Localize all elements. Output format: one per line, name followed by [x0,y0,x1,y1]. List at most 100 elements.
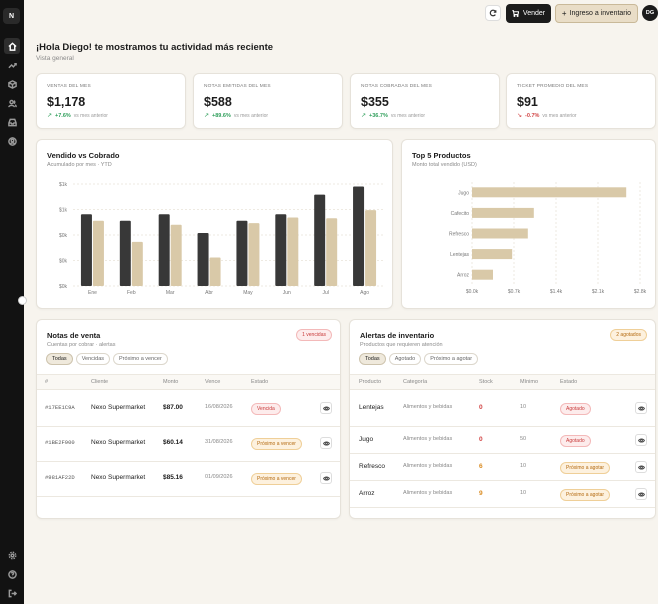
eye-icon[interactable] [320,402,332,414]
card-subtitle: Productos que requieren atención [360,342,443,348]
note-due: 01/09/2026 [205,474,233,480]
sidebar-collapse-handle[interactable] [18,296,27,305]
kpi-delta: ↗ +7.6% vs mes anterior [47,112,108,120]
y-tick-label: $1k [59,182,68,188]
column-header-status[interactable]: Estado [251,379,268,385]
status-badge: Próximo a agotar [560,462,611,474]
table-row[interactable]: Lentejas Alimentos y bebidas 0 10 Agotad… [350,392,655,427]
column-header-amount[interactable]: Monto [163,379,178,385]
column-header-category[interactable]: Categoría [403,379,427,385]
x-tick-label: Ago [360,290,369,296]
kpi-card-avg-ticket: Ticket promedio del mes $91 ↘ -0.7% vs m… [506,73,656,129]
user-circle-icon[interactable] [4,133,20,149]
column-header-min[interactable]: Mínimo [520,379,538,385]
refresh-button[interactable] [485,5,501,21]
kpi-delta: ↘ -0.7% vs mes anterior [517,112,577,120]
kpi-value: $91 [517,95,538,109]
overdue-badge: 1 vencidas [296,329,332,341]
y-tick-label: $0k [59,259,68,265]
page-subtitle: Vista general [36,55,74,62]
product-stock: 0 [479,404,483,411]
card-title: Notas de venta [47,331,101,340]
users-icon[interactable] [4,95,20,111]
card-title: Alertas de inventario [360,331,435,340]
filter-overdue[interactable]: Vencidas [75,353,111,365]
column-header-product[interactable]: Producto [359,379,381,385]
inventory-alerts-card: Alertas de inventario Productos que requ… [349,319,656,519]
sold-vs-collected-card: Vendido vs Cobrado Acumulado por mes · Y… [36,139,393,309]
notes-filters: Todas Vencidas Próximo a vencer [46,353,168,365]
trending-icon[interactable] [4,57,20,73]
help-icon[interactable] [4,566,20,582]
filter-all[interactable]: Todas [359,353,386,365]
bar-collected [170,224,182,286]
kpi-delta: ↗ +89.6% vs mes anterior [204,112,268,120]
column-header-due[interactable]: Vence [205,379,220,385]
kpi-delta-value: +7.6% [55,112,71,119]
column-header-client[interactable]: Cliente [91,379,108,385]
eye-icon[interactable] [635,402,647,414]
inventory-table-header: Producto Categoría Stock Mínimo Estado [350,374,655,390]
x-tick-label: Jun [283,290,291,296]
table-row[interactable]: #981AF22D Nexo Supermarket $85.16 01/09/… [37,462,340,497]
kpi-card-notes-collected: Notas cobradas del mes $355 ↗ +36.7% vs … [350,73,500,129]
y-tick-label: Cafecito [451,211,470,217]
bar-collected [92,220,104,286]
eye-icon[interactable] [635,434,647,446]
y-tick-label: $0k [59,233,68,239]
filter-low-stock[interactable]: Próximo a agotar [424,353,479,365]
eye-icon[interactable] [320,437,332,449]
bar-collected [248,223,260,286]
table-row[interactable]: Jugo Alimentos y bebidas 0 50 Agotado [350,427,655,454]
eye-icon[interactable] [635,461,647,473]
x-tick-label: Abr [205,290,213,296]
box-icon[interactable] [4,76,20,92]
cart-icon [512,10,519,17]
eye-icon[interactable] [635,488,647,500]
sell-button[interactable]: Vender [506,4,551,23]
filter-due-soon[interactable]: Próximo a vencer [113,353,168,365]
app-logo[interactable]: N [3,8,20,24]
table-row[interactable]: #1BE2F900 Nexo Supermarket $60.14 31/08/… [37,427,340,462]
kpi-label: Notas cobradas del mes [361,84,433,89]
kpi-delta-value: +89.6% [212,112,231,119]
filter-out-of-stock[interactable]: Agotado [388,353,422,365]
home-icon[interactable] [4,38,20,54]
logout-icon[interactable] [4,585,20,601]
x-tick-label: $2.8k [634,289,647,295]
settings-icon[interactable] [4,547,20,563]
bar-sold [353,186,365,286]
table-row[interactable]: Arroz Alimentos y bebidas 9 10 Próximo a… [350,481,655,508]
trend-up-icon: ↗ [204,113,210,119]
trend-up-icon: ↗ [47,113,53,119]
note-client: Nexo Supermarket [91,439,146,446]
product-min: 10 [520,490,527,496]
avatar[interactable]: DG [642,5,658,21]
note-client: Nexo Supermarket [91,474,146,481]
y-tick-label: Lentejas [450,252,469,258]
note-amount: $60.14 [163,439,183,446]
kpi-value: $588 [204,95,232,109]
product-stock: 6 [479,463,483,470]
note-id: #17EE1C9A [45,404,75,411]
note-id: #981AF22D [45,474,75,481]
column-header-id: # [45,379,49,385]
x-tick-label: Feb [127,290,136,296]
column-header-stock[interactable]: Stock [479,379,493,385]
refresh-icon [489,9,497,17]
x-tick-label: $0.7k [508,289,521,295]
note-due: 16/08/2026 [205,404,233,410]
filter-all[interactable]: Todas [46,353,73,365]
card-subtitle: Cuentas por cobrar · alertas [47,342,116,348]
inbox-icon[interactable] [4,114,20,130]
x-tick-label: Jul [322,290,328,296]
bar-collected [365,210,377,286]
table-row[interactable]: Refresco Alimentos y bebidas 6 10 Próxim… [350,454,655,481]
table-row[interactable]: #17EE1C9A Nexo Supermarket $87.00 16/08/… [37,392,340,427]
kpi-label: Ticket promedio del mes [517,84,589,89]
status-badge: Agotado [560,403,591,415]
inventory-entry-label: Ingreso a inventario [569,10,632,17]
column-header-status[interactable]: Estado [560,379,577,385]
inventory-entry-button[interactable]: + Ingreso a inventario [555,4,638,23]
eye-icon[interactable] [320,472,332,484]
